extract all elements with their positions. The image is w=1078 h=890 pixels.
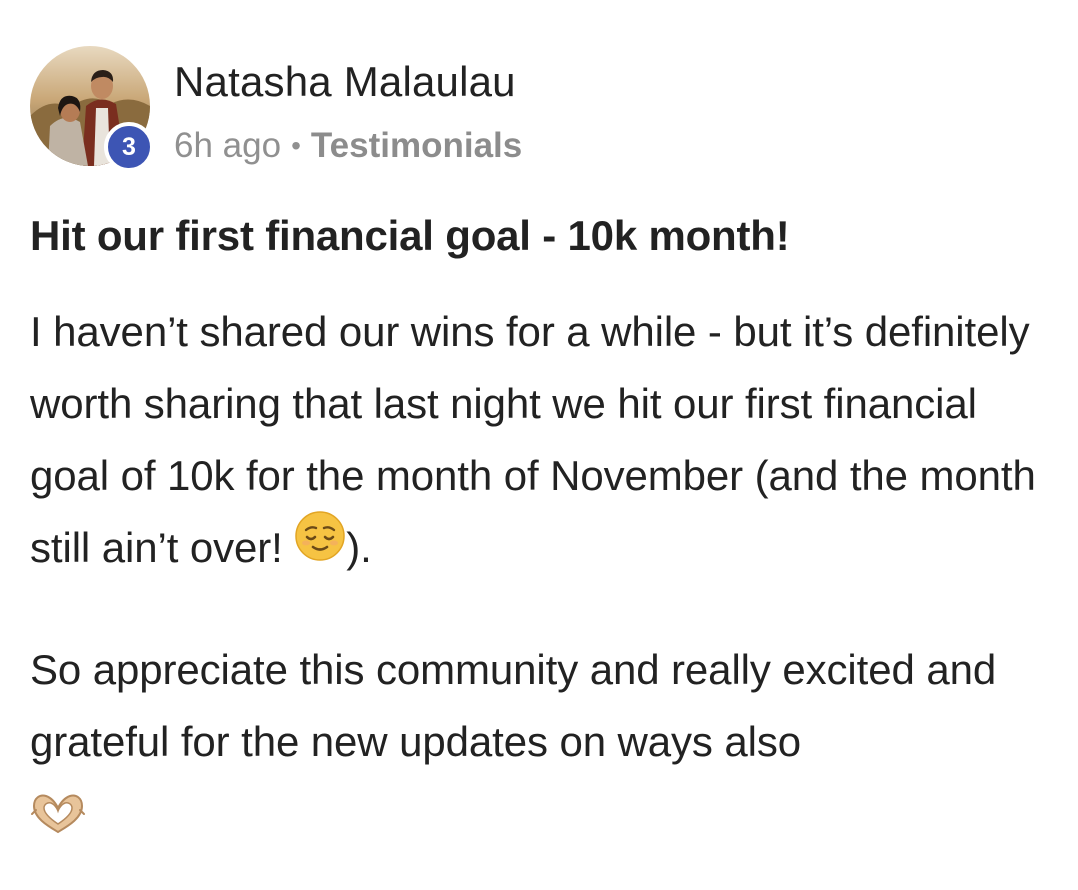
post-category-link[interactable]: Testimonials [311,126,522,166]
paragraph-1-suffix: ). [346,524,372,571]
level-badge: 3 [104,122,154,172]
meta-separator: • [291,130,301,161]
post-meta: 6h ago • Testimonials [174,126,522,166]
post-card: 3 Natasha Malaulau 6h ago • Testimonials… [0,0,1078,890]
author-name[interactable]: Natasha Malaulau [174,58,516,106]
post-time: 6h ago [174,126,282,165]
post-paragraph-2: So appreciate this community and really … [30,634,1060,778]
relieved-face-icon [294,510,346,584]
paragraph-1-text: I haven’t shared our wins for a while - … [30,308,1036,571]
post-paragraph-1: I haven’t shared our wins for a while - … [30,296,1060,588]
post-title: Hit our first financial goal - 10k month… [30,212,790,259]
paragraph-2-text: So appreciate this community and really … [30,646,997,765]
heart-hands-icon [30,792,86,841]
